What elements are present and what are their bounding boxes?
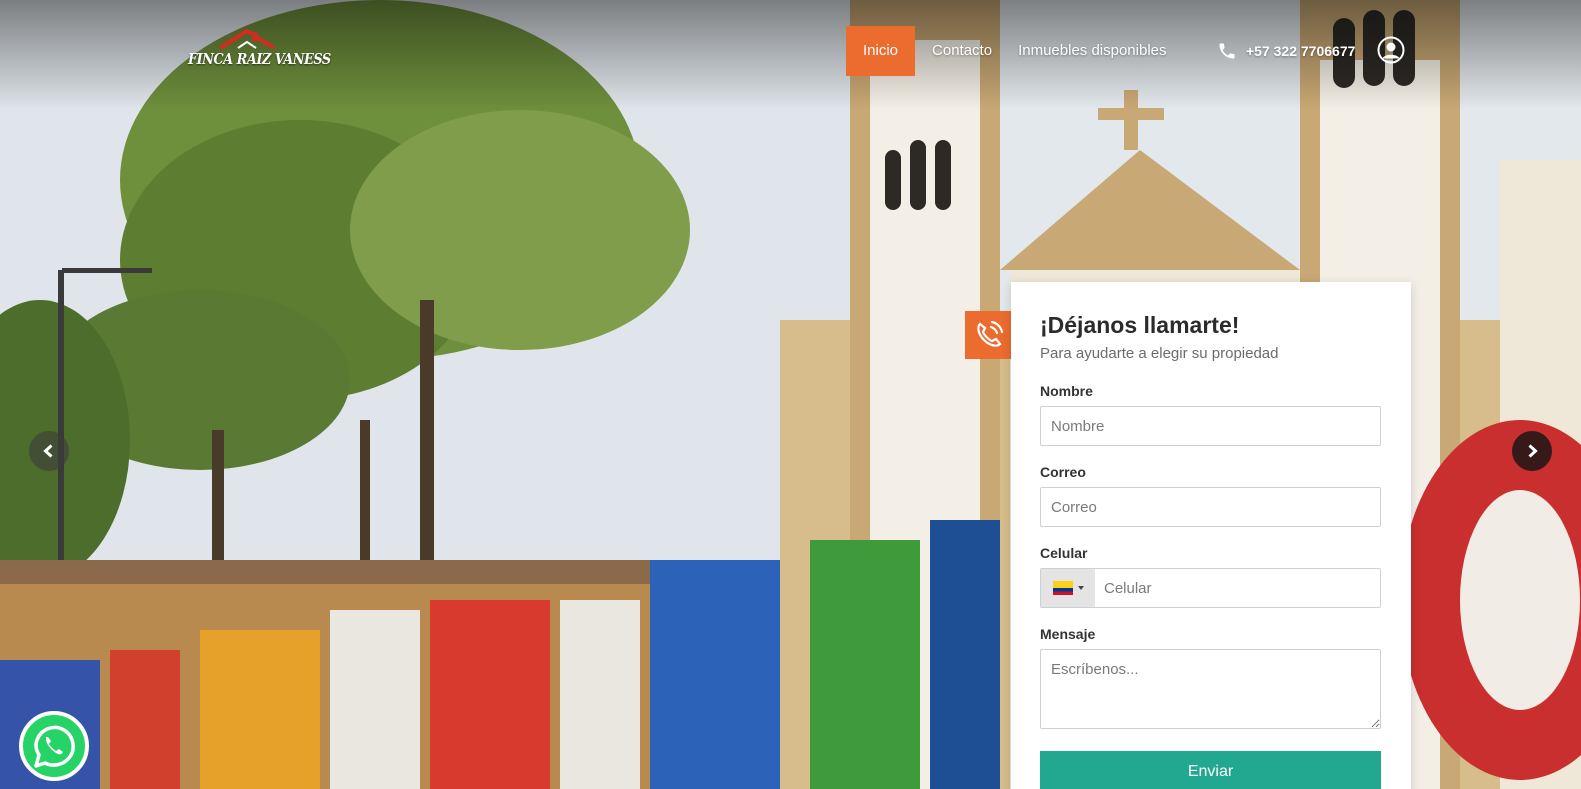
nav-inmuebles-disponibles[interactable]: Inmuebles disponibles (1009, 26, 1175, 76)
house-roof-icon (218, 29, 276, 50)
country-selector[interactable] (1041, 569, 1095, 607)
form-subtitle: Para ayudarte a elegir su propiedad (1040, 345, 1279, 362)
header-phone[interactable]: +57 322 7706677 (1217, 38, 1355, 64)
site-logo[interactable]: FINCA RAIZ VANESS (188, 28, 331, 74)
colombia-flag-icon (1052, 581, 1073, 595)
chevron-down-icon (1077, 586, 1084, 590)
carousel-prev-button[interactable] (29, 431, 69, 471)
whatsapp-icon[interactable] (18, 710, 90, 782)
carousel-next-button[interactable] (1512, 431, 1552, 471)
phone-number: +57 322 7706677 (1246, 43, 1356, 59)
email-field[interactable] (1040, 487, 1381, 527)
message-label: Mensaje (1040, 626, 1096, 642)
name-field[interactable] (1040, 406, 1381, 446)
chevron-left-icon (43, 444, 53, 458)
submit-button[interactable]: Enviar (1040, 751, 1381, 789)
phone-label: Celular (1040, 545, 1088, 561)
phone-icon (1219, 43, 1235, 59)
user-circle-icon[interactable] (1377, 36, 1405, 64)
main-nav: Inicio Contacto Inmuebles disponibles (846, 26, 1176, 76)
contact-form: ¡Déjanos llamarte! Para ayudarte a elegi… (1011, 282, 1411, 789)
form-title: ¡Déjanos llamarte! (1040, 312, 1240, 338)
phone-field[interactable] (1095, 569, 1380, 607)
name-label: Nombre (1040, 383, 1093, 399)
chevron-right-icon (1528, 444, 1538, 458)
logo-text: FINCA RAIZ VANESS (188, 50, 331, 68)
message-field[interactable] (1040, 649, 1381, 729)
nav-contacto[interactable]: Contacto (923, 26, 1001, 76)
phone-field-group (1040, 568, 1381, 608)
email-label: Correo (1040, 464, 1086, 480)
nav-inicio[interactable]: Inicio (846, 26, 916, 76)
